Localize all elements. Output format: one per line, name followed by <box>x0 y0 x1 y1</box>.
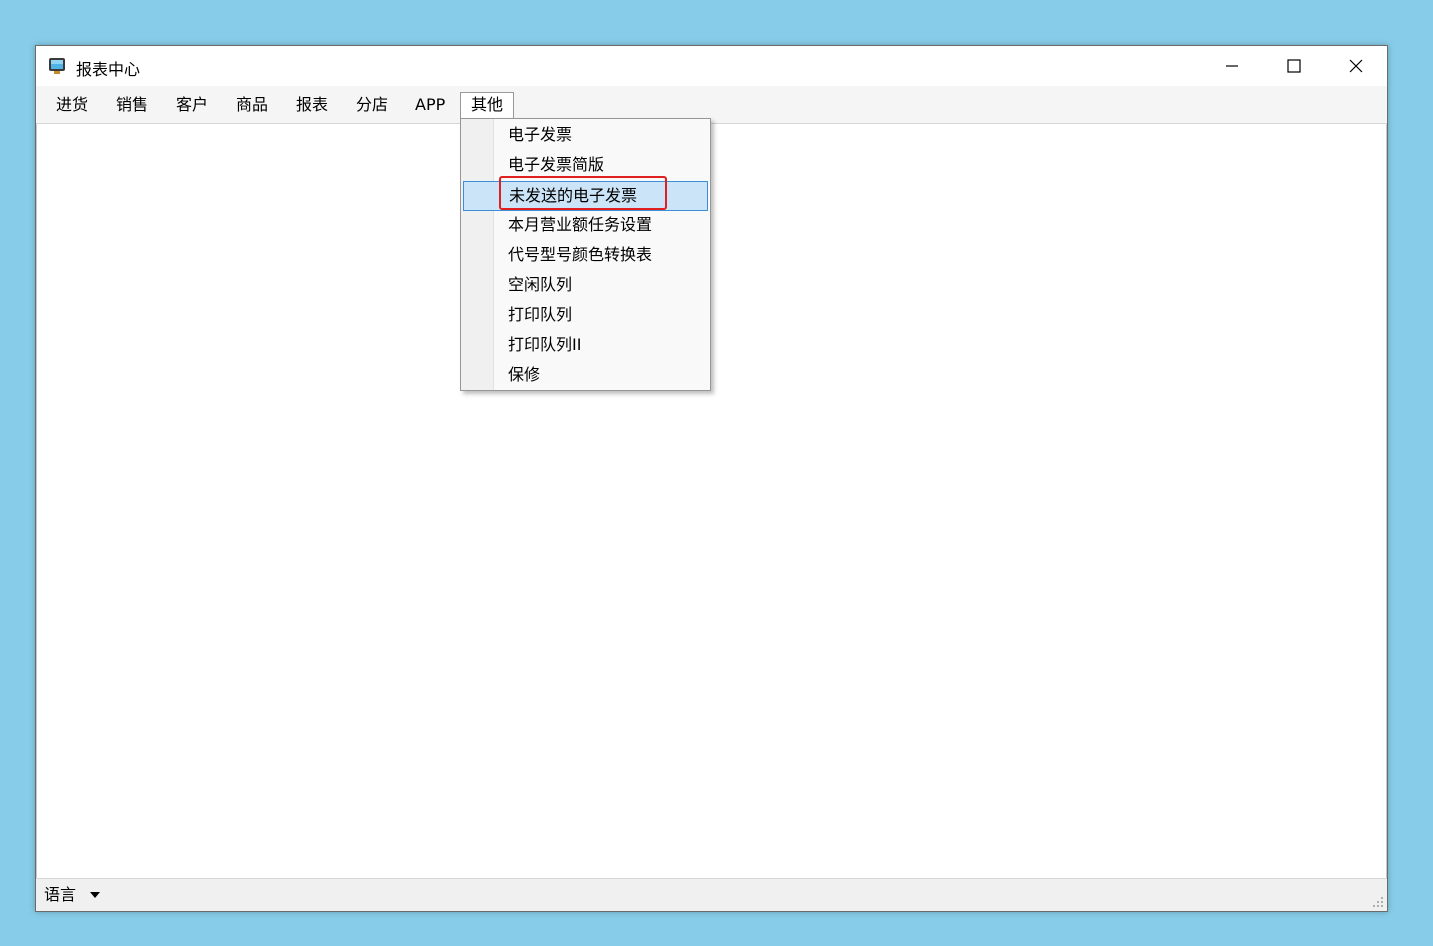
maximize-icon <box>1287 59 1301 73</box>
menu-item-code-model-color-table[interactable]: 代号型号颜色转换表 <box>463 240 708 270</box>
menu-bar: 进货 销售 客户 商品 报表 分店 APP 其他 <box>36 86 1387 124</box>
annotation-highlight-box <box>499 176 667 210</box>
menu-purchase[interactable]: 进货 <box>46 92 98 118</box>
menu-branch[interactable]: 分店 <box>346 92 398 118</box>
language-dropdown[interactable]: 语言 <box>44 883 101 907</box>
other-menu-dropdown: 电子发票 电子发票简版 未发送的电子发票 本月营业额任务设置 代号型号颜色转换表… <box>460 118 711 391</box>
menu-item-idle-queue[interactable]: 空闲队列 <box>463 270 708 300</box>
close-button[interactable] <box>1325 46 1387 86</box>
close-icon <box>1349 59 1363 73</box>
window-title: 报表中心 <box>76 60 141 79</box>
app-monitor-icon <box>49 58 65 74</box>
menu-sales[interactable]: 销售 <box>106 92 158 118</box>
maximize-button[interactable] <box>1263 46 1325 86</box>
menu-item-warranty[interactable]: 保修 <box>463 360 708 390</box>
menu-item-print-queue[interactable]: 打印队列 <box>463 300 708 330</box>
title-bar[interactable]: 报表中心 <box>36 46 1387 86</box>
status-bar: 语言 <box>36 878 1387 911</box>
menu-item-print-queue-2[interactable]: 打印队列II <box>463 330 708 360</box>
resize-grip-icon[interactable] <box>1370 894 1384 908</box>
menu-product[interactable]: 商品 <box>226 92 278 118</box>
menu-report[interactable]: 报表 <box>286 92 338 118</box>
report-center-window: 报表中心 进货 销售 客户 商品 报表 分店 APP 其他 电子发票 电子发票简… <box>35 45 1388 912</box>
menu-item-e-invoice[interactable]: 电子发票 <box>463 120 708 150</box>
language-label: 语言 <box>44 885 77 904</box>
caret-down-icon <box>90 892 101 898</box>
menu-customer[interactable]: 客户 <box>166 92 218 118</box>
minimize-button[interactable] <box>1201 46 1263 86</box>
menu-item-monthly-revenue-target[interactable]: 本月营业额任务设置 <box>463 210 708 240</box>
main-content-area <box>36 124 1387 878</box>
minimize-icon <box>1226 65 1238 67</box>
menu-app[interactable]: APP <box>405 92 455 118</box>
